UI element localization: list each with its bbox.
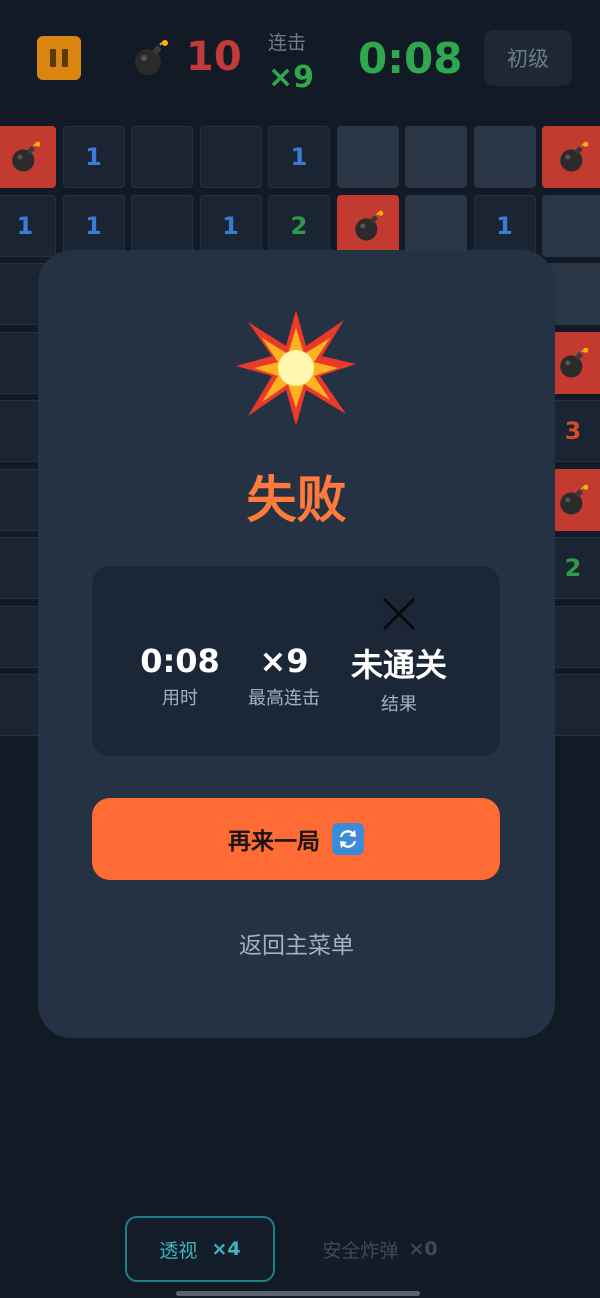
number-cell[interactable]: 2 — [268, 194, 330, 257]
bomb-icon — [560, 484, 589, 514]
stat-time: 0:08 用时 — [132, 642, 228, 710]
time-value: 0:08 — [140, 642, 220, 680]
empty-cell[interactable] — [131, 194, 193, 257]
mine-cell[interactable] — [542, 126, 600, 188]
bomb-icon — [12, 141, 41, 172]
bomb-icon — [560, 141, 589, 172]
xray-count: ×4 — [211, 1238, 241, 1260]
combo-label: 连击 — [268, 32, 307, 54]
play-again-label: 再来一局 — [228, 829, 320, 855]
game-timer: 0:08 — [358, 34, 463, 83]
safe-bomb-count: ×0 — [408, 1238, 438, 1260]
combo-counter: ×9 — [268, 60, 315, 95]
hidden-cell[interactable] — [405, 126, 467, 188]
stats-panel: 0:08 用时 ×9 最高连击 未通关 结果 — [92, 566, 500, 756]
pause-button[interactable] — [37, 36, 81, 80]
hidden-cell[interactable] — [473, 126, 536, 188]
number-cell[interactable]: 1 — [199, 194, 262, 257]
time-label: 用时 — [162, 688, 198, 709]
result-label: 结果 — [381, 694, 417, 715]
max-combo-label: 最高连击 — [248, 688, 320, 709]
back-to-menu-link[interactable]: 返回主菜单 — [38, 926, 555, 960]
x-icon — [382, 597, 416, 631]
max-combo-value: ×9 — [259, 642, 309, 680]
stat-max-combo: ×9 最高连击 — [236, 642, 332, 710]
hidden-cell[interactable] — [405, 194, 467, 257]
number-cell[interactable]: 1 — [473, 194, 536, 257]
stat-result: 未通关 结果 — [338, 596, 460, 716]
mine-cell[interactable] — [0, 126, 56, 188]
xray-powerup-button[interactable]: 透视 ×4 — [125, 1216, 275, 1282]
result-title: 失败 — [246, 471, 347, 529]
mine-counter: 10 — [186, 34, 242, 80]
bomb-icon — [135, 40, 168, 75]
empty-cell[interactable] — [199, 126, 262, 188]
safe-bomb-powerup-button[interactable]: 安全炸弹 ×0 — [290, 1216, 470, 1282]
mine-cell[interactable] — [336, 194, 399, 257]
result-value: 未通关 — [350, 646, 447, 684]
pause-icon — [50, 49, 56, 67]
hidden-cell[interactable] — [542, 194, 600, 257]
top-bar: 10 连击 ×9 0:08 初级 — [0, 0, 600, 120]
empty-cell[interactable] — [131, 126, 193, 188]
bomb-icon — [560, 347, 589, 377]
refresh-icon — [332, 823, 364, 855]
number-cell[interactable]: 1 — [268, 126, 330, 188]
difficulty-button[interactable]: 初级 — [484, 30, 572, 86]
number-cell[interactable]: 1 — [62, 126, 125, 188]
number-cell[interactable]: 1 — [0, 194, 56, 257]
game-over-dialog: 失败 0:08 用时 ×9 最高连击 未通关 结果 再来一局 返回主菜单 — [38, 250, 555, 1038]
hidden-cell[interactable] — [336, 126, 399, 188]
safe-bomb-label: 安全炸弹 — [322, 1239, 399, 1262]
number-cell[interactable]: 1 — [62, 194, 125, 257]
bomb-icon — [354, 210, 383, 240]
xray-label: 透视 — [159, 1239, 198, 1262]
home-indicator[interactable] — [176, 1291, 420, 1296]
play-again-button[interactable]: 再来一局 — [92, 798, 500, 880]
explosion-icon — [236, 310, 356, 426]
